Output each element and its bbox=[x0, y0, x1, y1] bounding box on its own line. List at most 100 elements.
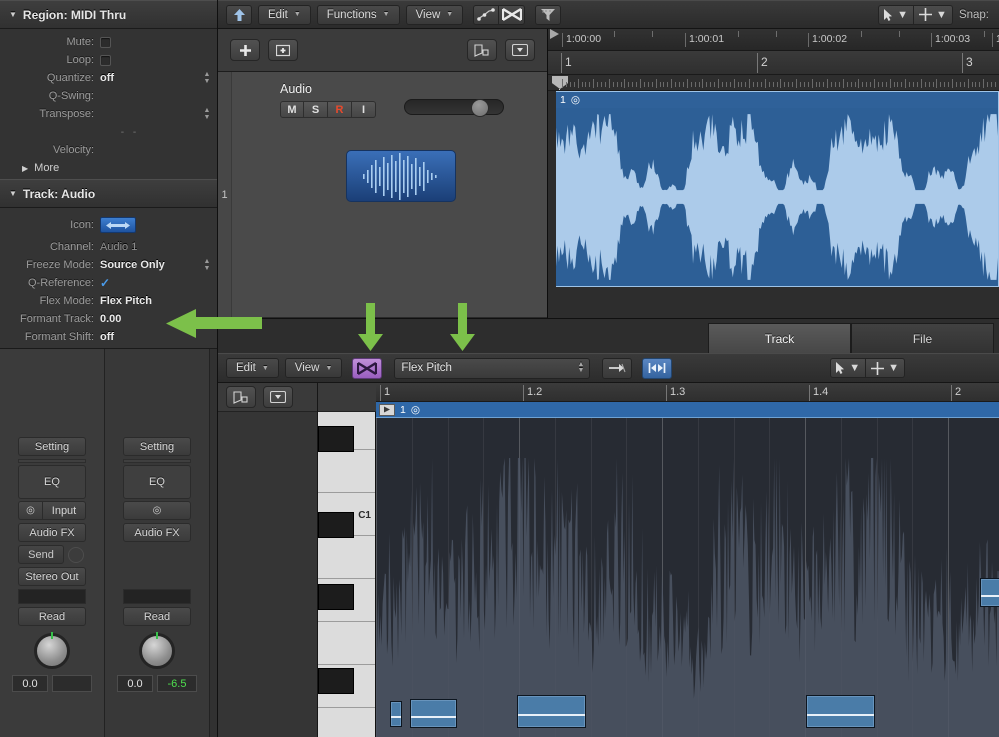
volume-value-1[interactable] bbox=[52, 675, 92, 692]
audio-fx-button-2[interactable]: Audio FX bbox=[123, 523, 191, 542]
automation-mode-2[interactable]: Read bbox=[123, 607, 191, 626]
track-header-1[interactable]: 1 Audio M S R I bbox=[218, 72, 547, 318]
flex-pitch-note[interactable] bbox=[517, 695, 586, 728]
pointer-tool-selector[interactable]: ▼ bbox=[878, 4, 915, 25]
piano-keyboard[interactable]: C1 bbox=[318, 383, 376, 737]
record-enable-button[interactable]: R bbox=[328, 101, 352, 118]
pan-knob-1[interactable] bbox=[34, 632, 70, 669]
setting-button-2[interactable]: Setting bbox=[123, 437, 191, 456]
track-volume-slider[interactable] bbox=[404, 99, 504, 117]
track-row-icon[interactable]: Icon: bbox=[0, 212, 217, 238]
pan-knob-2[interactable] bbox=[139, 632, 175, 669]
input-slot-1[interactable]: Input bbox=[42, 501, 86, 520]
marquee-tool-selector[interactable]: ▼ bbox=[914, 4, 953, 25]
send-slot-1[interactable]: Send bbox=[18, 545, 64, 564]
mute-button[interactable]: M bbox=[280, 101, 304, 118]
flex-mode-popup[interactable]: Flex Pitch ▲ ▼ bbox=[394, 357, 591, 379]
audio-fx-button-1[interactable]: Audio FX bbox=[18, 523, 86, 542]
region-row-loop[interactable]: Loop: bbox=[0, 51, 217, 69]
eq-button-1[interactable]: EQ bbox=[18, 465, 86, 499]
smpte-ruler[interactable]: 1:00:00 1:00:01 1:00:02 1:00:03 1:0 bbox=[548, 29, 999, 51]
audio-region[interactable]: 1 ◎ bbox=[556, 91, 999, 287]
eq-button-2[interactable]: EQ bbox=[123, 465, 191, 499]
send-knob-1[interactable] bbox=[68, 546, 84, 563]
hide-tracks-icon[interactable] bbox=[467, 39, 497, 61]
group-slot-1[interactable] bbox=[18, 589, 86, 604]
track-waveform-icon[interactable] bbox=[346, 150, 456, 202]
track-name[interactable]: Audio bbox=[280, 82, 547, 96]
track-row-flex-mode[interactable]: Flex Mode: Flex Pitch bbox=[0, 292, 217, 310]
track-row-formant-shift[interactable]: Formant Shift: off bbox=[0, 328, 217, 346]
track-formant-shift-value[interactable]: off bbox=[100, 331, 114, 343]
group-slot-2[interactable] bbox=[123, 589, 191, 604]
solo-button[interactable]: S bbox=[304, 101, 328, 118]
region-flag-icon[interactable] bbox=[379, 403, 395, 416]
region-section-header[interactable]: ▼ Region: MIDI Thru bbox=[0, 0, 217, 29]
editor-region-bar[interactable]: 1 ◎ bbox=[376, 402, 999, 418]
hide-icon[interactable] bbox=[226, 386, 256, 408]
track-formant-track-value[interactable]: 0.00 bbox=[100, 313, 121, 325]
editor-canvas[interactable]: 1 1.2 1.3 1.4 2 1 ◎ bbox=[376, 383, 999, 737]
track-freeze-mode-value[interactable]: Source Only bbox=[100, 259, 165, 271]
input-monitor-button[interactable]: I bbox=[352, 101, 376, 118]
flex-icon[interactable] bbox=[352, 357, 383, 379]
editor-grid[interactable] bbox=[376, 418, 999, 737]
more-disclosure-icon[interactable]: ▶ bbox=[22, 164, 28, 173]
region-loop-checkbox[interactable] bbox=[100, 54, 111, 66]
region-row-velocity[interactable]: Velocity: bbox=[0, 141, 217, 159]
editor-menu-edit[interactable]: Edit ▼ bbox=[226, 358, 279, 378]
track-row-freeze-mode[interactable]: Freeze Mode: Source Only ▲ ▼ bbox=[0, 256, 217, 274]
flex-pitch-tool-icon[interactable] bbox=[642, 357, 673, 379]
editor-ruler[interactable]: 1 1.2 1.3 1.4 2 bbox=[376, 383, 999, 402]
send-row-1[interactable]: Send bbox=[18, 545, 86, 564]
output-button-1[interactable]: Stereo Out bbox=[18, 567, 86, 586]
menu-functions[interactable]: Functions ▼ bbox=[316, 4, 400, 25]
add-track-button[interactable] bbox=[230, 39, 260, 61]
region-more-toggle[interactable]: ▶ More bbox=[0, 159, 217, 177]
menu-view[interactable]: View ▼ bbox=[405, 4, 464, 25]
beat-ruler[interactable] bbox=[548, 75, 999, 91]
editor-menu-view[interactable]: View ▼ bbox=[284, 358, 343, 378]
editor-marquee-tool-selector[interactable]: ▼ bbox=[866, 358, 905, 378]
stereo-icon-1[interactable]: ◎ bbox=[18, 501, 42, 520]
track-row-formant-track[interactable]: Formant Track: 0.00 bbox=[0, 310, 217, 328]
snap-to-transient-icon[interactable] bbox=[602, 357, 633, 379]
region-mute-checkbox[interactable] bbox=[100, 36, 111, 48]
region-row-transpose[interactable]: Transpose: ▲ ▼ bbox=[0, 105, 217, 123]
piano-keys[interactable]: C1 bbox=[318, 412, 376, 737]
flex-pitch-note[interactable] bbox=[806, 695, 875, 728]
midi-filter-icon[interactable] bbox=[535, 4, 562, 25]
region-quantize-stepper[interactable]: ▲ ▼ bbox=[203, 71, 211, 85]
duplicate-track-button[interactable] bbox=[268, 39, 298, 61]
menu-icon[interactable] bbox=[263, 386, 293, 408]
arrange-canvas[interactable]: 1:00:00 1:00:01 1:00:02 1:00:03 1:0 1 2 … bbox=[548, 29, 999, 318]
menu-edit[interactable]: Edit ▼ bbox=[258, 4, 311, 25]
track-row-q-reference[interactable]: Q-Reference: ✓ bbox=[0, 274, 217, 292]
track-freeze-mode-stepper[interactable]: ▲ ▼ bbox=[203, 258, 211, 272]
arrange-lanes[interactable]: 1 ◎ bbox=[548, 91, 999, 318]
region-quantize-value[interactable]: off bbox=[100, 72, 114, 84]
volume-value-2[interactable]: -6.5 bbox=[157, 675, 197, 692]
track-disclosure-icon[interactable]: ▼ bbox=[9, 189, 17, 198]
region-transpose-stepper[interactable]: ▲ ▼ bbox=[203, 107, 211, 121]
track-q-reference-checkbox[interactable]: ✓ bbox=[100, 276, 110, 290]
track-icon-button[interactable] bbox=[100, 217, 136, 233]
automation-icon[interactable] bbox=[473, 4, 500, 25]
region-row-mute[interactable]: Mute: bbox=[0, 33, 217, 51]
stereo-icon-2[interactable]: ◎ bbox=[123, 501, 191, 520]
input-row-1[interactable]: ◎ Input bbox=[18, 501, 86, 520]
region-row-qswing[interactable]: Q-Swing: bbox=[0, 87, 217, 105]
region-row-quantize[interactable]: Quantize: off ▲ ▼ bbox=[0, 69, 217, 87]
flex-icon[interactable] bbox=[499, 4, 526, 25]
track-volume-knob[interactable] bbox=[471, 99, 489, 117]
track-flex-mode-value[interactable]: Flex Pitch bbox=[100, 295, 152, 307]
up-arrow-icon[interactable] bbox=[226, 4, 252, 25]
tab-file[interactable]: File bbox=[851, 323, 994, 353]
region-disclosure-icon[interactable]: ▼ bbox=[9, 10, 17, 19]
flex-pitch-note[interactable] bbox=[980, 578, 999, 607]
flex-pitch-note[interactable] bbox=[410, 699, 457, 728]
setting-button-1[interactable]: Setting bbox=[18, 437, 86, 456]
pan-value-1[interactable]: 0.0 bbox=[12, 675, 48, 692]
tab-track[interactable]: Track bbox=[708, 323, 851, 353]
flex-pitch-note[interactable] bbox=[390, 701, 402, 727]
